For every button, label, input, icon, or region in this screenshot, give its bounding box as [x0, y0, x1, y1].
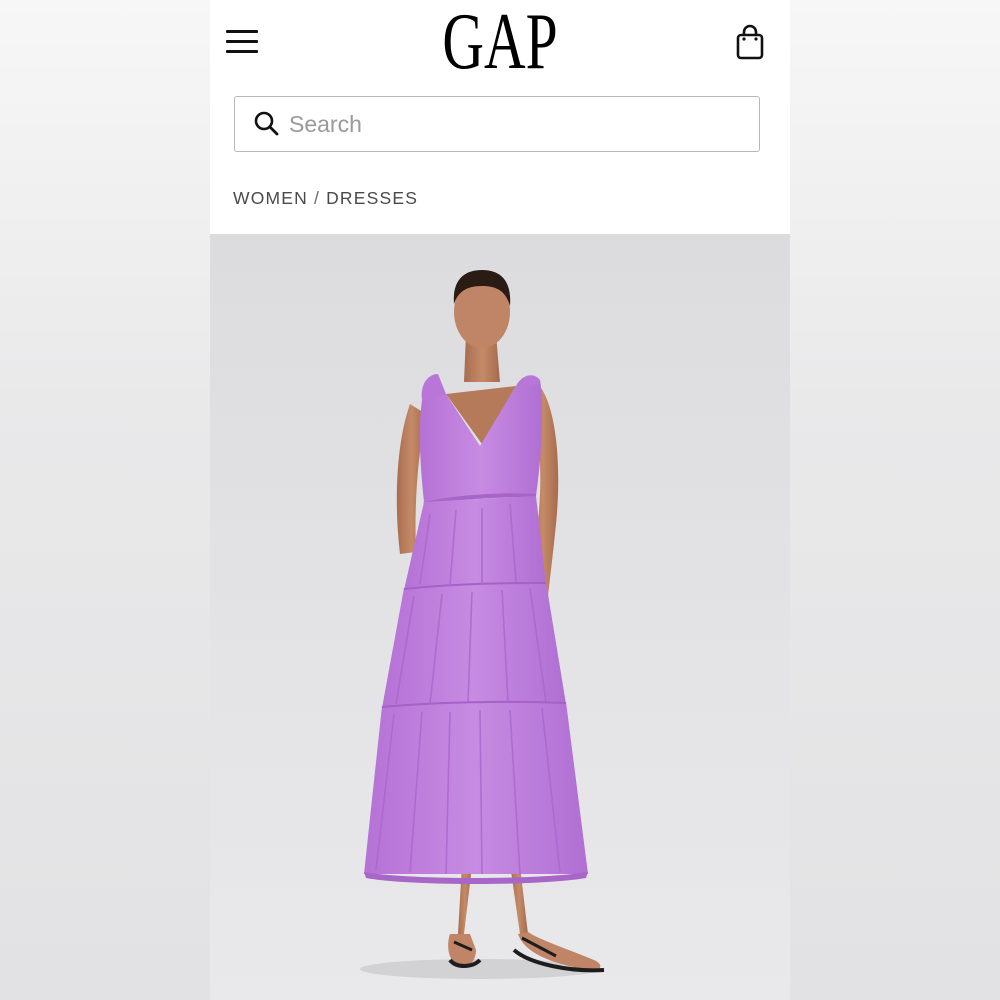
hamburger-menu-icon[interactable]: [226, 28, 260, 56]
breadcrumb-item-women[interactable]: WOMEN: [233, 188, 308, 208]
search-icon: [254, 111, 279, 136]
search-input[interactable]: [289, 107, 739, 141]
breadcrumb-item-dresses[interactable]: DRESSES: [326, 188, 418, 208]
site-header: GAP: [210, 0, 790, 88]
gap-logo[interactable]: GAP: [291, 2, 709, 82]
product-image[interactable]: [210, 234, 790, 1000]
shopping-bag-icon[interactable]: [734, 24, 766, 60]
model-illustration: [360, 270, 605, 979]
mobile-page: GAP WOMEN /DRESSES: [210, 0, 790, 1000]
breadcrumb-separator: /: [314, 188, 321, 208]
left-background: [0, 0, 210, 1000]
right-background: [790, 0, 1000, 1000]
breadcrumb: WOMEN / DRESSES: [233, 188, 418, 209]
search-bar[interactable]: [234, 96, 760, 152]
